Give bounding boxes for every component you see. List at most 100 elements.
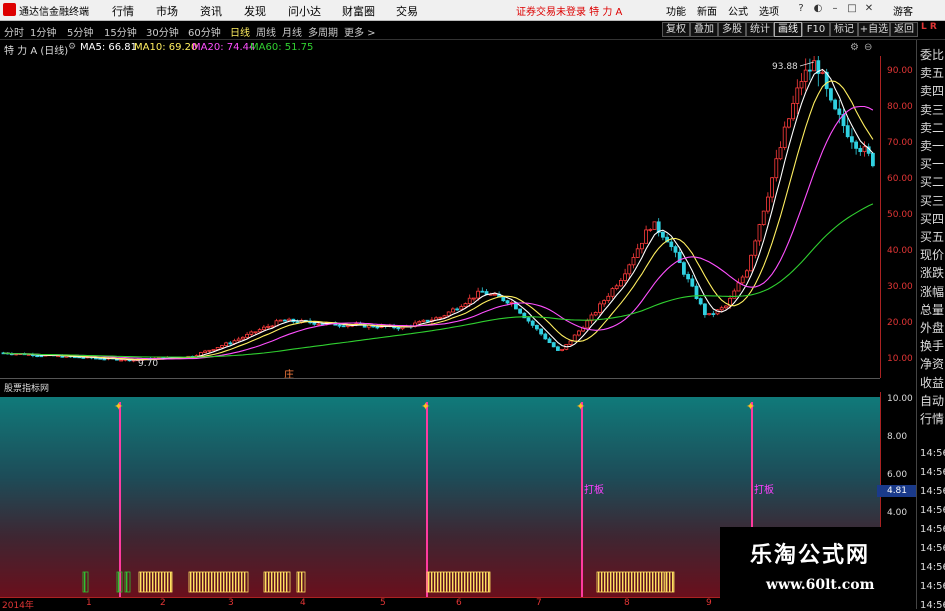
signal-bar: [155, 572, 157, 592]
side-panel-item[interactable]: 净资: [920, 355, 944, 372]
candle-body: [463, 303, 468, 308]
back-button[interactable]: 返回: [890, 22, 918, 37]
price-chart[interactable]: 93.88 9.70 庄: [0, 56, 880, 378]
candle-body: [421, 319, 426, 322]
watermark-url: www.60lt.com: [766, 577, 875, 593]
tab-1min[interactable]: 1分钟: [30, 24, 56, 39]
signal-bar: [220, 572, 222, 592]
side-panel-item[interactable]: 卖四: [920, 82, 944, 99]
side-panel-item[interactable]: 卖二: [920, 119, 944, 136]
side-panel-item[interactable]: 涨跌: [920, 264, 944, 281]
side-panel-item[interactable]: 卖三: [920, 101, 944, 118]
menu-item-trade[interactable]: 交易: [396, 3, 418, 19]
side-panel-item[interactable]: 委比: [920, 46, 944, 63]
side-panel-item[interactable]: 总量: [920, 301, 944, 318]
side-panel-item[interactable]: 行情: [920, 410, 944, 427]
menu-item-news[interactable]: 资讯: [200, 3, 222, 19]
side-panel-item[interactable]: 买二: [920, 173, 944, 190]
menu-options[interactable]: 选项: [759, 3, 779, 18]
date-tick: 2014年: [2, 601, 34, 611]
tab-15min[interactable]: 15分钟: [104, 24, 137, 39]
tab-intraday[interactable]: 分时: [4, 24, 24, 39]
date-tick: 1: [86, 598, 92, 608]
tab-5min[interactable]: 5分钟: [67, 24, 93, 39]
menu-item-exchange[interactable]: 市场: [156, 3, 178, 19]
annotation-group: 93.88 9.70 庄: [138, 61, 815, 378]
menu-function[interactable]: 功能: [666, 3, 686, 18]
signal-bar: [598, 572, 600, 592]
tab-30min[interactable]: 30分钟: [146, 24, 179, 39]
signal-bar: [202, 572, 204, 592]
candle-body: [207, 349, 212, 352]
low-price-label: 9.70: [138, 359, 158, 369]
f10-button[interactable]: F10: [802, 22, 830, 37]
tab-monthly[interactable]: 月线: [282, 24, 302, 39]
add-watchlist-button[interactable]: +自选: [858, 22, 890, 37]
minimize-icon[interactable]: –: [829, 3, 841, 15]
side-panel-item[interactable]: 收益: [920, 374, 944, 391]
tick-time: 14:56: [920, 486, 945, 497]
side-panel-item[interactable]: 卖一: [920, 137, 944, 154]
candle-body: [476, 290, 481, 299]
signal-bar: [488, 572, 490, 592]
tab-multi-period[interactable]: 多周期: [308, 24, 338, 39]
tab-daily[interactable]: 日线: [230, 24, 250, 39]
candle-body: [530, 320, 535, 326]
signal-bar: [170, 572, 172, 592]
tick-time: 14:56: [920, 524, 945, 535]
side-panel-item[interactable]: 买一: [920, 155, 944, 172]
restore-rights-button[interactable]: 复权: [662, 22, 690, 37]
zoom-icon[interactable]: ⊖: [864, 42, 872, 53]
side-panel-item[interactable]: 外盘: [920, 319, 944, 336]
panel-toggle[interactable]: L R: [921, 22, 937, 32]
candle-body: [316, 323, 321, 326]
signal-bar: [628, 572, 630, 592]
gear-icon[interactable]: ⚙: [850, 42, 859, 53]
side-panel-item[interactable]: 自动: [920, 392, 944, 409]
menu-formula[interactable]: 公式: [728, 3, 748, 18]
settings-icon[interactable]: ⚙: [68, 42, 76, 52]
draw-line-button[interactable]: 画线: [774, 22, 802, 37]
indicator-group: ✦ ✦ ✦ ✦: [82, 400, 755, 597]
candle-body: [803, 69, 808, 82]
watermark-name: 乐淘公式网: [750, 542, 871, 568]
candle-body: [761, 210, 766, 225]
maximize-icon[interactable]: □: [846, 3, 858, 15]
overlay-button[interactable]: 叠加: [690, 22, 718, 37]
candle-body: [102, 358, 107, 361]
help-icon[interactable]: ?: [795, 3, 807, 15]
signal-bar: [235, 572, 237, 592]
tab-more[interactable]: 更多 >: [344, 24, 376, 39]
signal-bar: [283, 572, 285, 592]
close-icon[interactable]: ✕: [863, 3, 875, 15]
tab-weekly[interactable]: 周线: [256, 24, 276, 39]
statistics-button[interactable]: 统计: [746, 22, 774, 37]
side-panel-item[interactable]: 现价: [920, 246, 944, 263]
skin-icon[interactable]: ◐: [812, 3, 824, 15]
candle-body: [795, 87, 800, 104]
signal-bar: [208, 572, 210, 592]
mark-button[interactable]: 标记: [830, 22, 858, 37]
menu-item-wealth[interactable]: 财富圈: [342, 3, 375, 19]
menu-item-market[interactable]: 行情: [112, 3, 134, 19]
tab-60min[interactable]: 60分钟: [188, 24, 221, 39]
side-panel-item[interactable]: 换手: [920, 337, 944, 354]
signal-bar: [458, 572, 460, 592]
side-panel-item[interactable]: 买三: [920, 192, 944, 209]
menu-new-page[interactable]: 新面: [697, 3, 717, 18]
multi-stock-button[interactable]: 多股: [718, 22, 746, 37]
candle-body: [753, 240, 758, 256]
date-tick: 2: [160, 598, 166, 608]
candle-body: [740, 276, 745, 284]
side-panel-item[interactable]: 卖五: [920, 64, 944, 81]
ma20-line: [3, 105, 874, 360]
date-tick: 6: [456, 598, 462, 608]
side-panel-item[interactable]: 涨幅: [920, 283, 944, 300]
side-panel-item[interactable]: 买四: [920, 210, 944, 227]
signal-bar: [428, 572, 430, 592]
menu-item-assistant[interactable]: 问小达: [288, 3, 321, 19]
menu-item-discover[interactable]: 发现: [244, 3, 266, 19]
guest-login[interactable]: 游客: [893, 3, 913, 18]
tick-time: 14:56: [920, 600, 945, 611]
side-panel-item[interactable]: 买五: [920, 228, 944, 245]
